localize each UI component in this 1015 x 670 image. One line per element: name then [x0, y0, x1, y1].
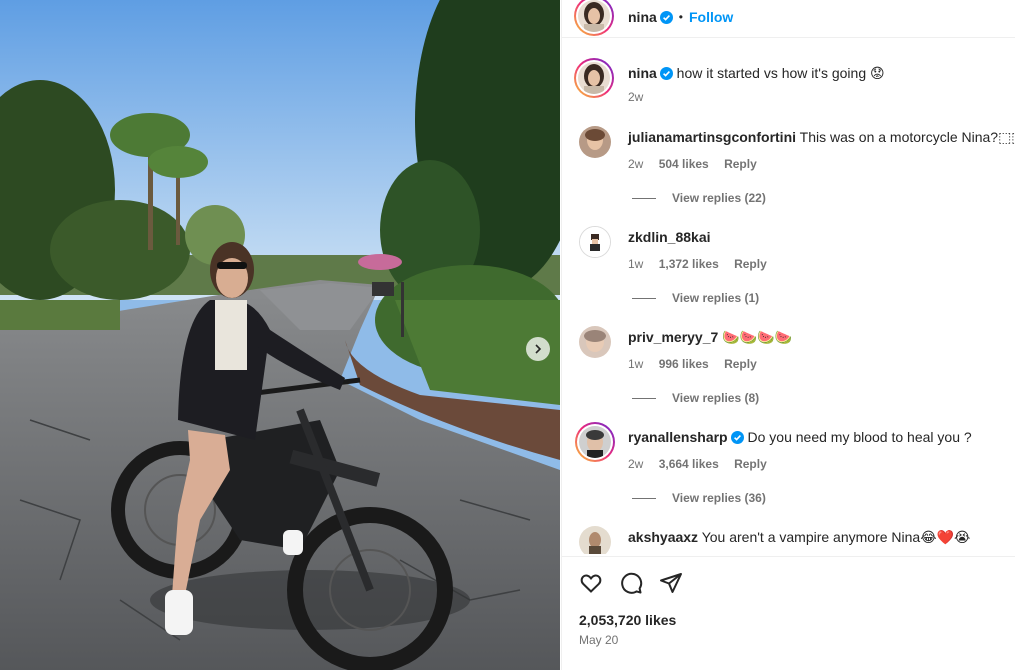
comment-time: 2w: [628, 157, 644, 171]
author-username[interactable]: nina: [628, 9, 657, 25]
view-replies-button[interactable]: View replies (1): [632, 291, 759, 305]
reply-button[interactable]: Reply: [724, 357, 757, 371]
comment-likes[interactable]: 1,372 likes: [659, 257, 719, 271]
caption-username[interactable]: nina: [628, 65, 657, 81]
replies-divider: [632, 497, 656, 499]
likes-count[interactable]: 2,053,720 likes: [579, 612, 676, 628]
replies-divider: [632, 397, 656, 399]
verified-icon: [659, 10, 673, 24]
commenter-avatar[interactable]: [579, 526, 611, 554]
author-avatar[interactable]: [574, 0, 614, 36]
comment-time: 2w: [628, 457, 644, 471]
commenter-avatar[interactable]: [579, 226, 611, 258]
share-icon[interactable]: [659, 571, 683, 595]
replies-divider: [632, 197, 656, 199]
comment-likes[interactable]: 996 likes: [659, 357, 709, 371]
commenter-avatar[interactable]: [579, 126, 611, 158]
photo-scene: [0, 0, 560, 670]
comment-username[interactable]: julianamartinsgconfortini: [628, 129, 796, 145]
comment-username[interactable]: zkdlin_88kai: [628, 229, 711, 245]
comment-item: ryanallensharp Do you need my blood to h…: [562, 410, 1015, 510]
next-photo-button[interactable]: [526, 337, 550, 361]
caption-avatar[interactable]: [574, 58, 614, 98]
reply-button[interactable]: Reply: [734, 457, 767, 471]
comment-item: akshyaaxz You aren't a vampire anymore N…: [562, 510, 1015, 554]
follow-button[interactable]: Follow: [689, 9, 733, 25]
caption-time: 2w: [628, 90, 644, 104]
caption: nina how it started vs how it's going 😟 …: [562, 46, 1015, 116]
verified-icon: [730, 430, 744, 444]
comments-list[interactable]: nina how it started vs how it's going 😟 …: [562, 46, 1015, 554]
view-replies-label: View replies (22): [672, 191, 766, 205]
comment-text: Do you need my blood to heal you ?: [747, 429, 972, 445]
reply-button[interactable]: Reply: [724, 157, 757, 171]
comment-username[interactable]: ryanallensharp: [628, 429, 728, 445]
comment-likes[interactable]: 504 likes: [659, 157, 709, 171]
replies-divider: [632, 297, 656, 299]
comment-time: 1w: [628, 357, 644, 371]
comment-text: This was on a motorcycle Nina?⬚⬚: [799, 129, 1015, 145]
post-sidebar: nina • Follow nina how it started vs how…: [561, 0, 1015, 670]
post-date: May 20: [579, 633, 619, 647]
view-replies-label: View replies (1): [672, 291, 760, 305]
view-replies-button[interactable]: View replies (22): [632, 191, 766, 205]
caption-text: how it started vs how it's going 😟: [676, 65, 885, 81]
comment-username[interactable]: akshyaaxz: [628, 529, 698, 545]
comment-text: You aren't a vampire anymore Nina😂❤️😭: [701, 529, 971, 545]
view-replies-button[interactable]: View replies (8): [632, 391, 759, 405]
separator-dot: •: [678, 10, 683, 24]
comment-item: priv_meryy_7 🍉🍉🍉🍉 1w 996 likes Reply Vie…: [562, 310, 1015, 410]
comment-item: zkdlin_88kai 1w 1,372 likes Reply View r…: [562, 210, 1015, 310]
comment-icon[interactable]: [619, 571, 643, 595]
verified-icon: [659, 66, 673, 80]
view-replies-label: View replies (36): [672, 491, 766, 505]
post-actions: 2,053,720 likes May 20: [562, 556, 1015, 670]
view-replies-button[interactable]: View replies (36): [632, 491, 766, 505]
comment-item: julianamartinsgconfortini This was on a …: [562, 110, 1015, 210]
view-replies-label: View replies (8): [672, 391, 760, 405]
comment-time: 1w: [628, 257, 644, 271]
commenter-avatar[interactable]: [579, 326, 611, 358]
comment-likes[interactable]: 3,664 likes: [659, 457, 719, 471]
commenter-avatar[interactable]: [575, 422, 615, 462]
comment-username[interactable]: priv_meryy_7: [628, 329, 718, 345]
chevron-right-icon: [533, 344, 543, 354]
comment-text: 🍉🍉🍉🍉: [722, 329, 792, 345]
post-photo[interactable]: [0, 0, 560, 670]
heart-icon[interactable]: [579, 571, 603, 595]
reply-button[interactable]: Reply: [734, 257, 767, 271]
post-header: nina • Follow: [562, 0, 1015, 38]
